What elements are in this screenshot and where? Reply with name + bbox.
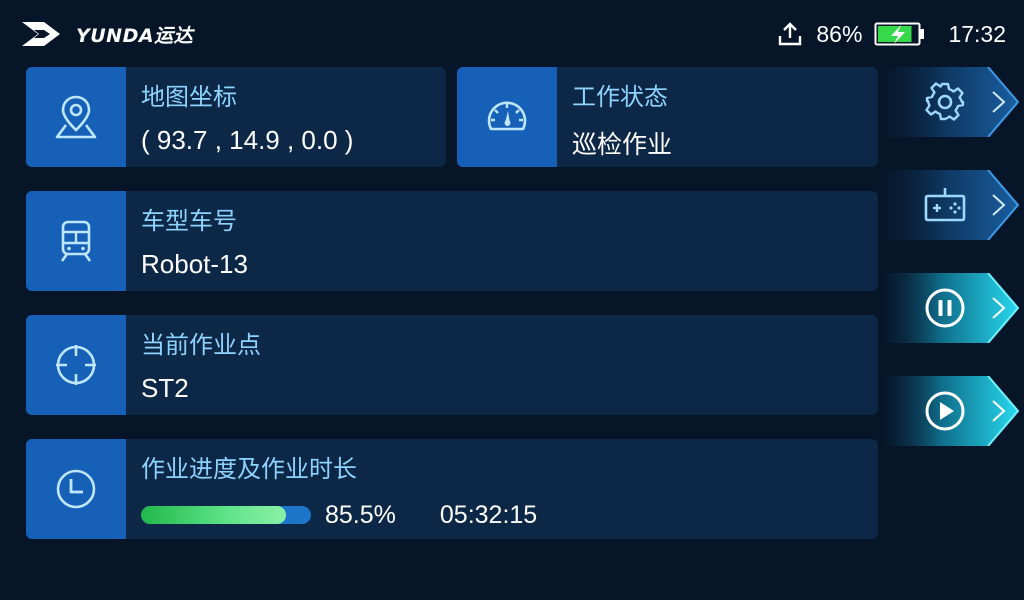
gauge-icon (487, 101, 527, 131)
card-icon-panel (26, 439, 126, 539)
coordinates-label: 地图坐标 (141, 83, 237, 111)
gamepad-button[interactable] (880, 170, 1020, 240)
clock-time: 17:32 (948, 20, 1006, 47)
work-status-label: 工作状态 (572, 83, 668, 111)
progress-bar (141, 506, 311, 524)
status-bar: 86% 17:32 (776, 18, 1006, 50)
progress-row: 85.5% 05:32:15 (141, 499, 537, 531)
progress-fill (141, 506, 287, 524)
yunda-logo-icon (22, 22, 60, 46)
chevron-right-icon (992, 400, 1006, 422)
card-work-status: 工作状态 巡检作业 (457, 67, 878, 167)
vehicle-label: 车型车号 (141, 207, 237, 235)
pause-icon (925, 288, 965, 328)
card-map-coordinates: 地图坐标 ( 93.7 , 14.9 , 0.0 ) (26, 67, 446, 167)
brand-logo: YUNDA运达 (20, 18, 193, 50)
gamepad-icon (924, 188, 966, 222)
chevron-right-icon (992, 194, 1006, 216)
progress-label: 作业进度及作业时长 (141, 455, 357, 483)
play-icon (925, 391, 965, 431)
upload-icon[interactable] (776, 20, 804, 48)
chevron-right-icon (992, 91, 1006, 113)
settings-button[interactable] (880, 67, 1020, 137)
clock-icon (56, 469, 96, 509)
map-pin-icon (55, 95, 97, 139)
brand-name: YUNDA运达 (76, 24, 194, 47)
crosshair-icon (56, 345, 96, 385)
card-icon-panel (457, 67, 557, 167)
chevron-right-icon (992, 297, 1006, 319)
coordinates-value: ( 93.7 , 14.9 , 0.0 ) (141, 125, 354, 155)
current-point-value: ST2 (141, 373, 189, 403)
card-current-point: 当前作业点 ST2 (26, 315, 878, 415)
card-progress: 作业进度及作业时长 85.5% 05:32:15 (26, 439, 878, 539)
vehicle-value: Robot-13 (141, 249, 248, 279)
train-icon (60, 220, 92, 262)
card-vehicle: 车型车号 Robot-13 (26, 191, 878, 291)
current-point-label: 当前作业点 (141, 331, 261, 359)
progress-percent: 85.5% (325, 500, 396, 529)
card-icon-panel (26, 67, 126, 167)
battery-percent: 86% (816, 20, 863, 47)
gear-icon (925, 82, 965, 121)
battery-charging-icon (874, 22, 925, 46)
work-status-value: 巡检作业 (572, 130, 673, 159)
card-icon-panel (26, 191, 126, 291)
card-icon-panel (26, 315, 126, 415)
app-screen: YUNDA运达 86% 17:32 地图坐标 ( 93.7 , 14.9 , 0… (0, 0, 1024, 600)
play-button[interactable] (880, 376, 1020, 446)
elapsed-time: 05:32:15 (439, 500, 538, 529)
pause-button[interactable] (880, 273, 1020, 343)
